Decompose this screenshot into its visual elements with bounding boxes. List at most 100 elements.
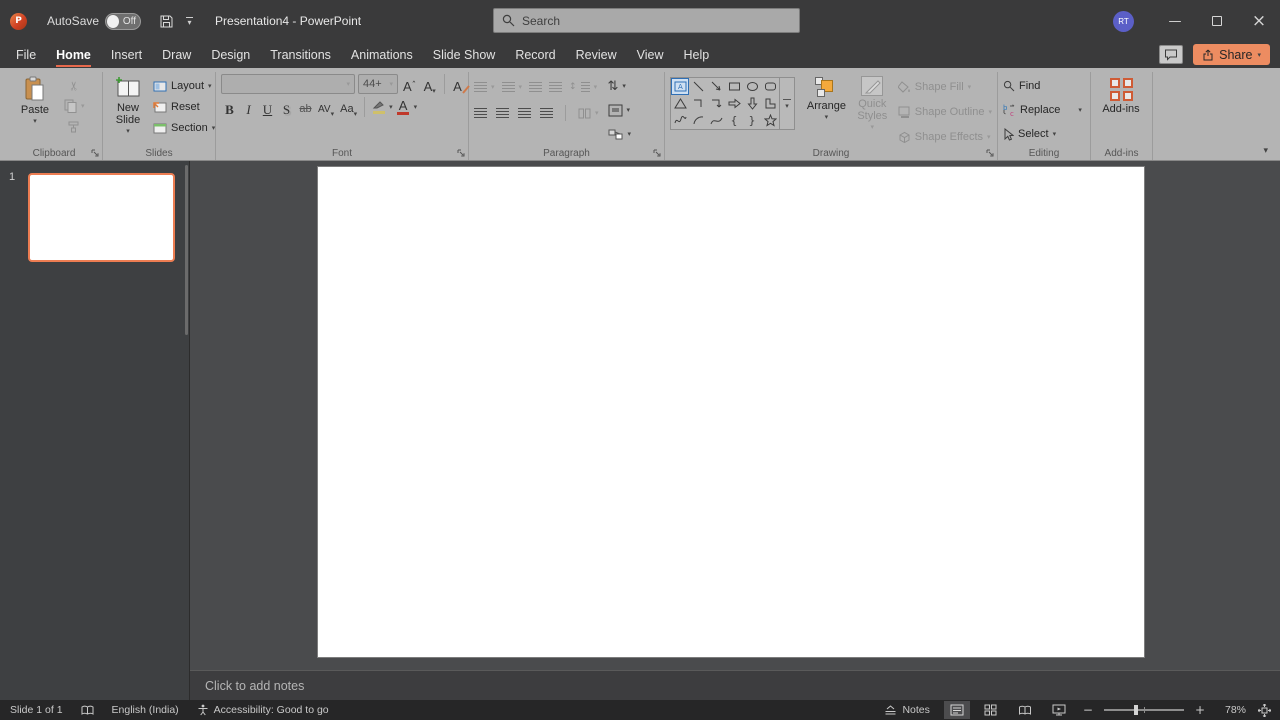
zoom-in-button[interactable]: + bbox=[1192, 703, 1208, 717]
spell-check-button[interactable] bbox=[81, 705, 94, 716]
tab-file[interactable]: File bbox=[6, 43, 46, 68]
copy-button[interactable]: ▾ bbox=[64, 96, 85, 116]
section-button[interactable]: Section ▾ bbox=[153, 118, 215, 138]
customize-qat-icon[interactable]: ▾ bbox=[186, 17, 193, 25]
shape-star-icon[interactable] bbox=[761, 112, 779, 129]
shape-arc-icon[interactable] bbox=[689, 112, 707, 129]
shape-right-arrow-icon[interactable] bbox=[725, 95, 743, 112]
slide-thumbnail[interactable] bbox=[28, 173, 175, 262]
italic-button[interactable]: I bbox=[240, 98, 257, 117]
shape-triangle-icon[interactable] bbox=[671, 95, 689, 112]
reset-button[interactable]: Reset bbox=[153, 97, 215, 117]
save-icon[interactable] bbox=[159, 14, 174, 29]
powerpoint-logo[interactable]: P bbox=[10, 13, 27, 30]
search-bar[interactable] bbox=[493, 8, 800, 33]
shape-scribble-icon[interactable] bbox=[671, 112, 689, 129]
avatar[interactable]: RT bbox=[1113, 11, 1134, 32]
align-center-button[interactable] bbox=[496, 103, 509, 123]
paragraph-dialog-launcher-icon[interactable] bbox=[653, 149, 661, 157]
close-button[interactable]: × bbox=[1238, 0, 1280, 42]
shape-rounded-rectangle-icon[interactable] bbox=[761, 78, 779, 95]
minimize-button[interactable]: — bbox=[1154, 0, 1196, 42]
text-direction-button[interactable]: ⇅▾ bbox=[608, 76, 632, 96]
tab-design[interactable]: Design bbox=[201, 43, 260, 68]
tab-review[interactable]: Review bbox=[566, 43, 627, 68]
quick-styles-button[interactable]: Quick Styles ▾ bbox=[852, 74, 893, 130]
shape-outline-button[interactable]: Shape Outline▾ bbox=[898, 102, 992, 122]
tab-animations[interactable]: Animations bbox=[341, 43, 423, 68]
format-painter-button[interactable] bbox=[64, 117, 84, 135]
tab-insert[interactable]: Insert bbox=[101, 43, 152, 68]
shape-left-brace-icon[interactable]: { bbox=[725, 112, 743, 129]
shape-elbow-arrow-connector-icon[interactable] bbox=[707, 95, 725, 112]
shape-fill-button[interactable]: Shape Fill▾ bbox=[898, 77, 992, 97]
bold-button[interactable]: B bbox=[221, 98, 238, 117]
add-ins-button[interactable]: Add-ins bbox=[1096, 74, 1146, 115]
shape-arrow-icon[interactable] bbox=[707, 78, 725, 95]
fit-slide-button[interactable] bbox=[1254, 701, 1274, 719]
text-shadow-button[interactable]: S bbox=[278, 98, 295, 117]
search-input[interactable] bbox=[522, 14, 791, 28]
shape-gallery-more-button[interactable]: ▾ bbox=[780, 77, 795, 130]
replace-button[interactable]: bc Replace ▾ bbox=[1003, 100, 1082, 120]
shape-down-arrow-icon[interactable] bbox=[743, 95, 761, 112]
tab-record[interactable]: Record bbox=[505, 43, 565, 68]
shrink-font-button[interactable]: A▾ bbox=[421, 75, 438, 94]
comments-button[interactable] bbox=[1159, 45, 1183, 64]
shape-text-box-icon[interactable]: A bbox=[671, 78, 689, 95]
shape-oval-icon[interactable] bbox=[743, 78, 761, 95]
notes-toggle-button[interactable]: Notes bbox=[884, 704, 929, 716]
justify-button[interactable] bbox=[540, 103, 553, 123]
shape-curve-icon[interactable] bbox=[707, 112, 725, 129]
share-button[interactable]: Share ▾ bbox=[1193, 44, 1270, 65]
accessibility-checker[interactable]: Accessibility: Good to go bbox=[197, 704, 329, 716]
slide-editing-surface[interactable] bbox=[317, 166, 1145, 658]
language-button[interactable]: English (India) bbox=[112, 704, 179, 716]
zoom-slider[interactable] bbox=[1104, 709, 1184, 711]
columns-button[interactable]: ▾ bbox=[578, 103, 599, 123]
font-color-button[interactable]: A bbox=[395, 98, 412, 117]
shape-rectangle-icon[interactable] bbox=[725, 78, 743, 95]
autosave-toggle[interactable]: Off bbox=[105, 13, 141, 30]
strikethrough-button[interactable]: ab bbox=[297, 98, 314, 117]
shape-effects-button[interactable]: Shape Effects▾ bbox=[898, 127, 992, 147]
tab-draw[interactable]: Draw bbox=[152, 43, 201, 68]
bullets-button[interactable]: ▾ bbox=[474, 77, 495, 97]
zoom-slider-handle[interactable] bbox=[1134, 705, 1138, 715]
paste-button[interactable]: Paste ▾ bbox=[11, 74, 59, 124]
shape-line-icon[interactable] bbox=[689, 78, 707, 95]
slide-thumbnail-panel[interactable]: 1 bbox=[0, 161, 190, 700]
align-text-button[interactable]: ▾ bbox=[608, 100, 632, 120]
normal-view-button[interactable] bbox=[944, 701, 970, 719]
underline-button[interactable]: U bbox=[259, 98, 276, 117]
highlight-color-button[interactable] bbox=[370, 98, 387, 117]
shape-right-brace-icon[interactable]: } bbox=[743, 112, 761, 129]
shape-elbow-connector-icon[interactable] bbox=[689, 95, 707, 112]
numbering-button[interactable]: ▾ bbox=[502, 77, 523, 97]
notes-pane[interactable]: Click to add notes bbox=[190, 670, 1280, 700]
slideshow-button[interactable] bbox=[1046, 701, 1072, 719]
cut-button[interactable]: ✂ bbox=[65, 76, 83, 96]
zoom-out-button[interactable]: − bbox=[1080, 703, 1096, 717]
new-slide-button[interactable]: New Slide ▾ bbox=[108, 74, 148, 134]
tab-help[interactable]: Help bbox=[673, 43, 719, 68]
font-name-combo[interactable]: ▾ bbox=[221, 74, 355, 94]
clipboard-dialog-launcher-icon[interactable] bbox=[91, 149, 99, 157]
character-spacing-button[interactable]: AV▾ bbox=[316, 98, 336, 117]
increase-indent-button[interactable] bbox=[549, 77, 562, 97]
grow-font-button[interactable]: Aˆ bbox=[401, 75, 418, 94]
tab-home[interactable]: Home bbox=[46, 43, 101, 68]
reading-view-button[interactable] bbox=[1012, 701, 1038, 719]
arrange-button[interactable]: Arrange ▾ bbox=[806, 74, 847, 120]
zoom-level[interactable]: 78% bbox=[1216, 704, 1246, 716]
collapse-ribbon-icon[interactable]: ▾ bbox=[1263, 146, 1268, 156]
tab-view[interactable]: View bbox=[627, 43, 674, 68]
decrease-indent-button[interactable] bbox=[529, 77, 542, 97]
slide-sorter-button[interactable] bbox=[978, 701, 1004, 719]
change-case-button[interactable]: Aa▾ bbox=[338, 98, 359, 117]
font-dialog-launcher-icon[interactable] bbox=[457, 149, 465, 157]
shape-l-shape-icon[interactable] bbox=[761, 95, 779, 112]
maximize-button[interactable] bbox=[1196, 0, 1238, 42]
thumbnail-scrollbar[interactable] bbox=[185, 165, 188, 335]
layout-button[interactable]: Layout ▾ bbox=[153, 76, 215, 96]
